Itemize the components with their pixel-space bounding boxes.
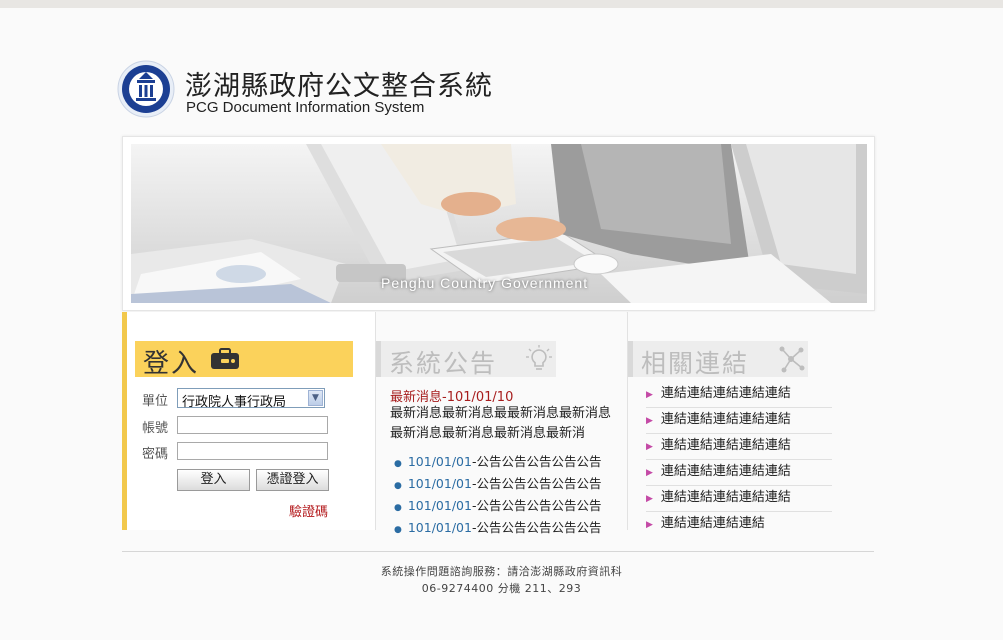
login-panel: 登入 單位 行政院人事行政局 ▼ 帳號 密碼 登入 憑證登入 驗證碼 bbox=[122, 312, 379, 530]
notice-item[interactable]: ● 101/01/01-公告公告公告公告公告 bbox=[394, 518, 601, 540]
lightbulb-icon bbox=[526, 345, 552, 370]
footer-divider bbox=[122, 551, 874, 552]
triangle-right-icon: ▶ bbox=[646, 416, 653, 426]
password-label: 密碼 bbox=[142, 447, 169, 462]
account-input[interactable] bbox=[177, 416, 328, 434]
unit-label: 單位 bbox=[142, 394, 169, 409]
related-links-panel: 相關連結 ▶ 連結連結連結連結連結 ▶ 連結連結連結連結連結 ▶ 連結連結連結連結連結… bbox=[628, 312, 874, 531]
announcements-panel: 系統公告 最新消息-101/01/10 最新消息最新消息最最新消息最新消息最新消… bbox=[376, 312, 626, 535]
footer-support-text: 系統操作問題諮詢服務：請洽澎湖縣政府資訊科 bbox=[380, 565, 623, 578]
notice-item[interactable]: ● 101/01/01-公告公告公告公告公告 bbox=[394, 474, 601, 496]
notice-date: 101/01/01 bbox=[407, 498, 472, 513]
notice-text: -公告公告公告公告公告 bbox=[471, 454, 602, 469]
chevron-down-icon[interactable]: ▼ bbox=[308, 390, 323, 406]
notice-item[interactable]: ● 101/01/01-公告公告公告公告公告 bbox=[394, 452, 601, 474]
unit-select-value: 行政院人事行政局 bbox=[182, 395, 287, 410]
related-links-title: 相關連結 bbox=[641, 349, 750, 378]
related-link-item[interactable]: ▶ 連結連結連結連結 bbox=[646, 512, 832, 537]
related-links-list: ▶ 連結連結連結連結連結 ▶ 連結連結連結連結連結 ▶ 連結連結連結連結連結 ▶ 連結連… bbox=[646, 382, 832, 537]
briefcase-icon bbox=[211, 348, 239, 369]
bullet-icon: ● bbox=[394, 481, 402, 491]
unit-select[interactable]: 行政院人事行政局 ▼ bbox=[177, 388, 325, 410]
notice-item[interactable]: ● 101/01/01-公告公告公告公告公告 bbox=[394, 496, 601, 518]
related-link-label: 連結連結連結連結連結 bbox=[660, 490, 791, 505]
system-subtitle: PCG Document Information System bbox=[186, 99, 425, 116]
related-link-item[interactable]: ▶ 連結連結連結連結連結 bbox=[646, 408, 832, 434]
login-header: 登入 bbox=[135, 341, 353, 379]
notice-text: -公告公告公告公告公告 bbox=[471, 498, 602, 513]
related-link-label: 連結連結連結連結連結 bbox=[660, 412, 791, 427]
latest-news-link[interactable]: 最新消息-101/01/10 bbox=[390, 386, 513, 405]
related-links-header: 相關連結 bbox=[628, 341, 808, 378]
triangle-right-icon: ▶ bbox=[646, 494, 653, 504]
notice-list: ● 101/01/01-公告公告公告公告公告 ● 101/01/01-公告公告公告公… bbox=[394, 452, 601, 540]
related-link-item[interactable]: ▶ 連結連結連結連結連結 bbox=[646, 486, 832, 512]
related-link-item[interactable]: ▶ 連結連結連結連結連結 bbox=[646, 460, 832, 486]
system-title: 澎湖縣政府公文整合系統 bbox=[185, 71, 493, 102]
cert-login-button[interactable]: 憑證登入 bbox=[256, 469, 329, 491]
triangle-right-icon: ▶ bbox=[646, 520, 653, 530]
triangle-right-icon: ▶ bbox=[646, 442, 653, 452]
login-title: 登入 bbox=[143, 349, 200, 379]
related-link-item[interactable]: ▶ 連結連結連結連結連結 bbox=[646, 434, 832, 460]
bullet-icon: ● bbox=[394, 525, 402, 535]
notice-text: -公告公告公告公告公告 bbox=[471, 476, 602, 491]
related-link-label: 連結連結連結連結 bbox=[660, 516, 765, 531]
bullet-icon: ● bbox=[394, 503, 402, 513]
footer-phone-text: 06-9274400 分機 211、293 bbox=[421, 582, 582, 595]
triangle-right-icon: ▶ bbox=[646, 468, 653, 478]
related-link-item[interactable]: ▶ 連結連結連結連結連結 bbox=[646, 382, 832, 408]
banner-caption: Penghu Country Government bbox=[381, 275, 589, 291]
login-button[interactable]: 登入 bbox=[177, 469, 250, 491]
notice-date: 101/01/01 bbox=[407, 520, 472, 535]
banner-frame: Penghu Country Government bbox=[122, 136, 875, 311]
triangle-right-icon: ▶ bbox=[646, 390, 653, 400]
related-link-label: 連結連結連結連結連結 bbox=[660, 464, 791, 479]
notice-date: 101/01/01 bbox=[407, 476, 472, 491]
account-label: 帳號 bbox=[142, 421, 169, 436]
announcements-title: 系統公告 bbox=[389, 349, 498, 378]
notice-date: 101/01/01 bbox=[407, 454, 472, 469]
announcements-header: 系統公告 bbox=[376, 341, 556, 378]
top-bar bbox=[0, 0, 1003, 8]
verify-code-link[interactable]: 驗證碼 bbox=[289, 501, 328, 520]
bullet-icon: ● bbox=[394, 459, 402, 469]
latest-news-body: 最新消息最新消息最最新消息最新消息最新消息最新消息最新消息最新消 bbox=[390, 406, 612, 441]
notice-text: -公告公告公告公告公告 bbox=[471, 520, 602, 535]
county-seal-logo bbox=[117, 60, 175, 118]
related-link-label: 連結連結連結連結連結 bbox=[660, 438, 791, 453]
related-link-label: 連結連結連結連結連結 bbox=[660, 386, 791, 401]
network-icon bbox=[779, 346, 805, 373]
banner-image: Penghu Country Government bbox=[131, 144, 867, 303]
password-input[interactable] bbox=[177, 442, 328, 460]
